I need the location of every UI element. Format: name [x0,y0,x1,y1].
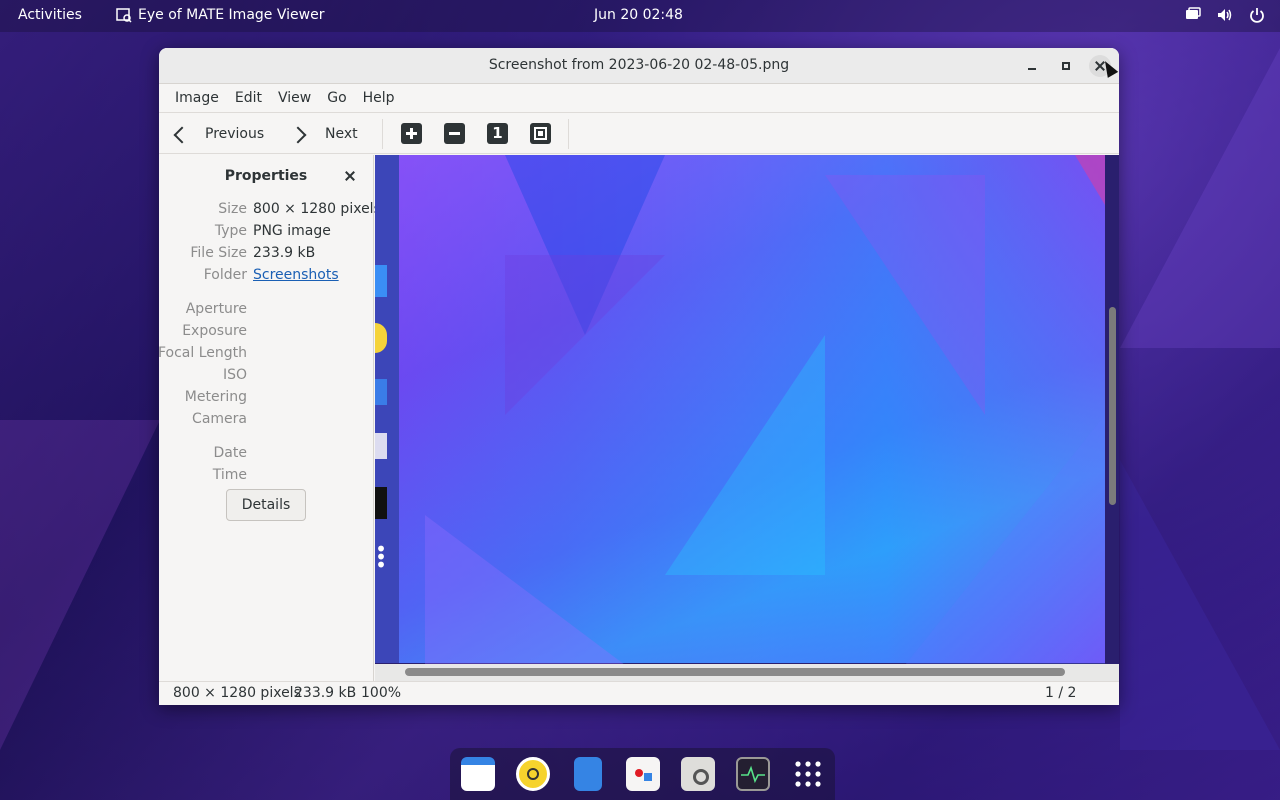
menu-go[interactable]: Go [319,90,354,106]
image-viewer-icon[interactable] [681,757,715,791]
details-button[interactable]: Details [226,489,306,521]
menu-bar: Image Edit View Go Help [159,85,1119,111]
software-dot [635,769,643,777]
property-key: Size [218,201,247,217]
status-position: 1 / 2 [1045,685,1077,701]
property-key: Time [212,467,247,483]
clock[interactable]: Jun 20 02:48 [594,7,683,23]
status-dimensions: 800 × 1280 pixels [173,685,301,701]
toolbar-separator [568,119,569,149]
next-button[interactable]: Next [293,113,358,155]
property-key: Date [213,445,247,461]
app-menu[interactable]: Eye of MATE Image Viewer [116,7,324,23]
property-key: Metering [184,389,247,405]
system-monitor-icon[interactable] [736,757,770,791]
property-value: PNG image [253,223,331,239]
previous-button[interactable]: Previous [173,113,264,155]
properties-sidebar: Properties Size 800 × 1280 pixels Type P… [159,155,381,681]
image-view[interactable]: • • • [375,155,1119,681]
property-row: Focal Length [159,345,374,367]
property-value: 800 × 1280 pixels [253,201,381,217]
status-filesize: 233.9 kB [294,685,357,701]
title-bar[interactable]: Screenshot from 2023-06-20 02-48-05.png [159,48,1119,84]
maximize-button[interactable] [1055,55,1077,77]
property-value: 233.9 kB [253,245,316,261]
zoom-in-icon[interactable] [401,123,422,144]
rhythmbox-icon[interactable] [516,757,550,791]
property-row: Type PNG image [159,223,374,245]
menu-image[interactable]: Image [167,90,227,106]
property-row: Folder Screenshots [159,267,374,289]
toolbar-separator [382,119,383,149]
property-row: Size 800 × 1280 pixels [159,201,381,223]
image-edge-detail: • • • [375,537,387,577]
property-key: Aperture [185,301,247,317]
disc-center [527,768,539,780]
image-edge-detail [375,379,387,405]
image-edge-detail [375,487,387,519]
property-row: Exposure [159,323,374,345]
next-label: Next [325,126,358,142]
magnifier-lens [693,769,709,785]
vertical-scrollbar[interactable] [1109,307,1116,505]
status-zoom: 100% [361,685,402,701]
grid-dots-icon [795,761,821,787]
sidebar-title: Properties [224,168,308,184]
property-key: Focal Length [159,345,247,361]
property-row: ISO [159,367,374,389]
property-row: Metering [159,389,374,411]
zoom-fit-icon[interactable] [530,123,551,144]
folder-link[interactable]: Screenshots [253,267,339,283]
zoom-normal-icon[interactable]: 1 [487,123,508,144]
property-row: Time [159,467,374,489]
app-grid-icon[interactable] [791,757,825,791]
app-name: Eye of MATE Image Viewer [138,7,325,23]
property-key: File Size [190,245,247,261]
zoom-out-icon[interactable] [444,123,465,144]
activities-button[interactable]: Activities [18,7,82,23]
image-edge-detail [375,265,387,297]
image-left-strip [375,155,399,663]
chevron-right-icon [293,127,307,141]
property-key: Folder [203,267,247,283]
property-key: ISO [222,367,247,383]
status-bar: 800 × 1280 pixels 233.9 kB 100% 1 / 2 [159,681,1119,705]
displayed-image [375,155,1105,665]
dock [450,748,835,800]
close-icon[interactable] [343,169,357,183]
property-key: Camera [192,411,247,427]
property-row: Date [159,445,374,467]
pulse-icon [741,765,765,784]
previous-label: Previous [205,126,265,142]
image-viewer-icon [116,7,132,23]
image-viewer-window: Screenshot from 2023-06-20 02-48-05.png … [159,48,1119,705]
chevron-left-icon [173,127,187,141]
top-bar: Activities Eye of MATE Image Viewer Jun … [0,0,1280,32]
screen-share-icon [1184,6,1202,24]
property-key: Exposure [182,323,247,339]
image-edge-detail [375,433,387,459]
software-icon[interactable] [626,757,660,791]
volume-icon [1216,6,1234,24]
property-row: Aperture [159,301,374,323]
property-row: File Size 233.9 kB [159,245,374,267]
property-key: Type [214,223,247,239]
menu-view[interactable]: View [270,90,319,106]
power-icon [1248,6,1266,24]
calendar-icon[interactable] [461,757,495,791]
toolbar: Previous Next 1 [159,112,1119,154]
minimize-button[interactable] [1021,55,1043,77]
property-row: Camera [159,411,374,433]
system-tray[interactable] [1184,6,1266,24]
text-editor-icon[interactable] [574,757,602,791]
window-title: Screenshot from 2023-06-20 02-48-05.png [488,57,790,73]
menu-help[interactable]: Help [355,90,403,106]
horizontal-scrollbar[interactable] [405,668,1065,676]
software-dot [644,773,652,781]
menu-edit[interactable]: Edit [227,90,270,106]
